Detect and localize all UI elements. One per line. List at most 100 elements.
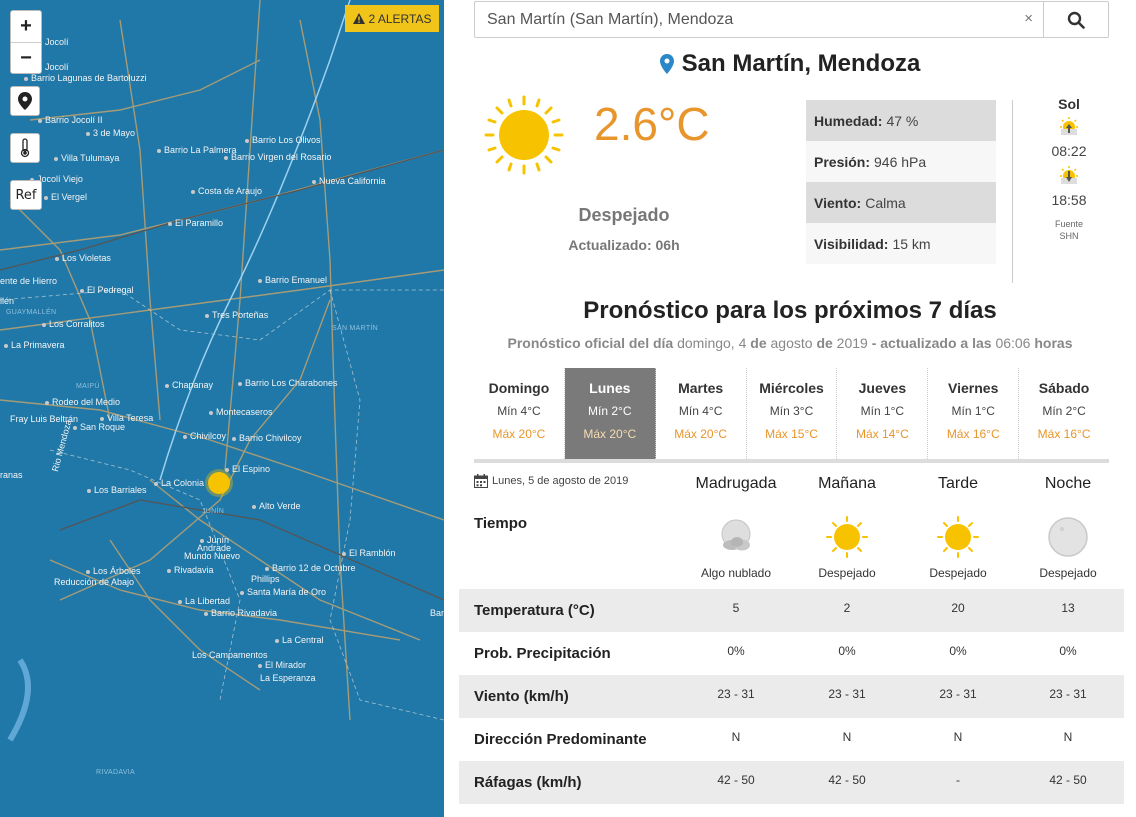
town-label: ranas <box>0 470 23 480</box>
town-label: Barrio Los Olivos <box>245 135 321 145</box>
table-row: Prob. Precipitación 0% 0% 0% 0% <box>459 632 1124 675</box>
table-cell: 42 - 50 <box>1049 773 1087 787</box>
table-cell: 0% <box>727 644 745 658</box>
town-label: El Mirador <box>258 660 306 670</box>
town-label: El Ramblón <box>342 548 396 558</box>
stat-label: Humedad: <box>814 112 883 129</box>
source-note: Fuente SHN <box>1034 218 1104 242</box>
table-cell: 23 - 31 <box>1049 687 1087 701</box>
stat-value: Calma <box>865 194 906 211</box>
town-label: Jocolí <box>38 62 69 72</box>
table-cell: 20 <box>951 601 965 615</box>
day-tab-miercoles[interactable]: Miércoles Mín 3°C Máx 15°C <box>747 368 838 459</box>
table-cell: - <box>956 773 960 787</box>
day-name: Jueves <box>858 380 907 396</box>
day-tab-martes[interactable]: Martes Mín 4°C Máx 20°C <box>656 368 747 459</box>
location-name: San Martín, Mendoza <box>681 50 921 77</box>
zoom-in-button[interactable]: + <box>11 11 41 42</box>
map[interactable]: GUAYMALLÉN MAIPÚ SAN MARTÍN JUNÍN RIVADA… <box>0 0 444 817</box>
town-label: Reducción de Abajo <box>54 577 135 587</box>
table-cell: N <box>842 730 852 744</box>
locate-button[interactable] <box>10 86 40 116</box>
legend-ref-button[interactable]: Ref <box>10 180 42 210</box>
day-name: Martes <box>678 380 724 396</box>
region-label: RIVADAVIA <box>96 769 136 776</box>
day-min: Mín 4°C <box>678 404 723 418</box>
sun-times: Sol 08:22 18:58 Fuente SHN <box>1034 96 1104 242</box>
day-tab-viernes[interactable]: Viernes Mín 1°C Máx 16°C <box>928 368 1020 459</box>
town-label: El Paramillo <box>168 218 223 228</box>
current-description: Despejado <box>578 205 670 225</box>
alerts-button[interactable]: 2 ALERTAS <box>345 5 439 32</box>
table-cell: 42 - 50 <box>717 773 755 787</box>
town-label: Alto Verde <box>252 501 301 511</box>
town-label: Barrio Los Charabones <box>238 378 338 388</box>
current-location-sun-marker[interactable] <box>208 472 230 494</box>
stat-label: Presión: <box>814 153 871 170</box>
day-tabs: Domingo Mín 4°C Máx 20°C Lunes Mín 2°C M… <box>474 368 1109 463</box>
town-label: El Vergel <box>44 192 87 202</box>
town-label: San Roque <box>73 422 125 432</box>
town-label: Barrio Chivilcoy <box>232 433 302 443</box>
day-name: Viernes <box>948 380 999 396</box>
day-max: Máx 20°C <box>492 427 546 441</box>
town-label: Phillips <box>251 574 280 584</box>
source-name: SHN <box>1059 231 1079 241</box>
stat-value: 946 hPa <box>874 153 927 170</box>
day-max: Máx 16°C <box>1037 427 1091 441</box>
town-label: Barrio Jocolí II <box>38 115 103 125</box>
location-title: San Martín, Mendoza <box>444 50 1136 78</box>
zoom-out-button[interactable]: − <box>11 42 41 73</box>
town-label: La Central <box>275 635 324 645</box>
table-cell: 0% <box>1059 644 1077 658</box>
subtitle-part: horas <box>1034 335 1073 351</box>
stat-value: 47 % <box>886 112 919 129</box>
town-label: Rodeo del Medio <box>45 397 120 407</box>
day-tab-lunes[interactable]: Lunes Mín 2°C Máx 20°C <box>564 368 656 459</box>
weather-caption: Despejado <box>1039 566 1097 580</box>
clear-search-button[interactable]: × <box>1024 10 1033 27</box>
sun-icon <box>826 516 868 558</box>
thermometer-icon <box>20 138 30 158</box>
region-label: GUAYMALLÉN <box>6 309 57 316</box>
weather-caption: Algo nublado <box>700 566 772 580</box>
town-label: Nueva California <box>312 176 386 186</box>
town-label: Barrio 12 de Octubre <box>265 563 356 573</box>
sunrise-icon <box>1060 117 1078 135</box>
table-row: Ráfagas (km/h) 42 - 50 42 - 50 - 42 - 50 <box>459 761 1124 804</box>
town-label: Villa Tulumaya <box>54 153 119 163</box>
town-label: Mundo Nuevo <box>184 551 241 561</box>
town-label: Los Árboles <box>86 566 141 576</box>
table-cell: 5 <box>732 601 740 615</box>
table-row: Dirección Predominante N N N N <box>459 718 1124 761</box>
region-label: SAN MARTÍN <box>332 325 379 332</box>
town-label: Barrio Rivadavia <box>204 608 277 618</box>
day-min: Mín 1°C <box>860 404 905 418</box>
town-label: La Libertad <box>178 596 230 606</box>
moon-icon <box>1048 517 1088 557</box>
day-tab-sabado[interactable]: Sábado Mín 2°C Máx 16°C <box>1019 368 1109 459</box>
day-tab-domingo[interactable]: Domingo Mín 4°C Máx 20°C <box>474 368 565 459</box>
stat-pressure: Presión: 946 hPa <box>806 141 996 182</box>
search-input[interactable]: San Martín (San Martín), Mendoza × <box>474 1 1044 38</box>
subtitle-part: - actualizado a las <box>871 335 992 351</box>
day-name: Miércoles <box>759 380 824 396</box>
town-label: Costa de Araujo <box>191 186 262 196</box>
town-label: Montecaseros <box>209 407 273 417</box>
detail-date: Lunes, 5 de agosto de 2019 <box>474 474 628 488</box>
day-name: Sábado <box>1038 380 1090 396</box>
town-label: Chivilcoy <box>183 431 226 441</box>
stat-value: 15 km <box>892 235 931 252</box>
temperature-layer-button[interactable] <box>10 133 40 163</box>
row-label: Viento (km/h) <box>474 688 569 705</box>
stat-visibility: Visibilidad: 15 km <box>806 223 996 264</box>
current-temperature: 2.6°C <box>594 98 710 150</box>
table-cell: 23 - 31 <box>717 687 755 701</box>
day-tab-jueves[interactable]: Jueves Mín 1°C Máx 14°C <box>837 368 929 459</box>
table-cell: 42 - 50 <box>828 773 866 787</box>
detail-date-text: Lunes, 5 de agosto de 2019 <box>492 475 629 487</box>
search-value: San Martín (San Martín), Mendoza <box>487 10 734 28</box>
search-button[interactable] <box>1043 1 1109 38</box>
table-cell: 0% <box>949 644 967 658</box>
day-min: Mín 3°C <box>769 404 814 418</box>
